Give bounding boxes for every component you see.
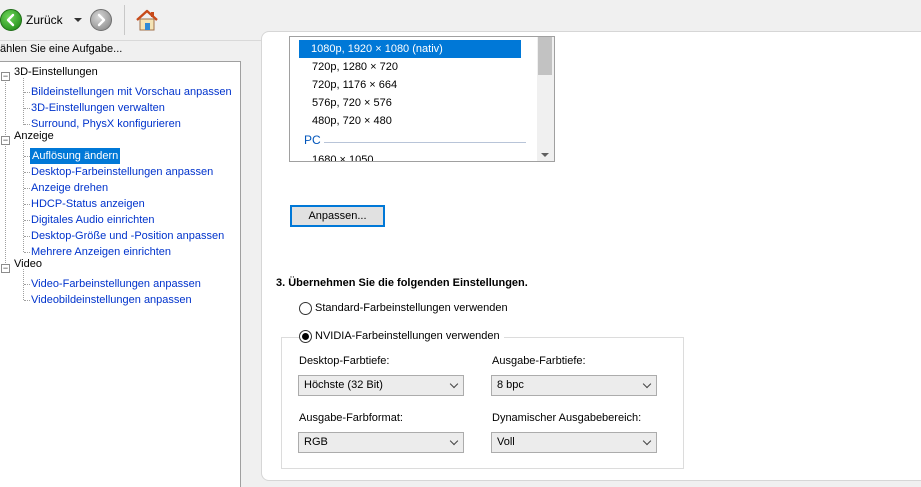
tree-group-video[interactable]: Video (14, 256, 42, 272)
tree-line (24, 124, 30, 125)
tree-line (24, 188, 30, 189)
tree-group-display[interactable]: Anzeige (14, 128, 54, 144)
home-button[interactable] (134, 8, 160, 32)
tree-line (24, 284, 30, 285)
resolution-item[interactable]: 720p, 1280 × 720 (312, 58, 398, 76)
radio-selected-dot (302, 332, 309, 340)
home-icon (136, 9, 158, 31)
resolution-list[interactable]: 1080p, 1920 × 1080 (nativ) 720p, 1280 × … (289, 36, 555, 162)
scroll-down-icon[interactable] (541, 153, 549, 157)
resolution-group-pc: PC (304, 133, 321, 147)
tree-item-video-color[interactable]: Video-Farbeinstellungen anpassen (31, 276, 201, 292)
dynamic-range-select[interactable]: Voll (491, 432, 657, 453)
desktop-depth-label: Desktop-Farbtiefe: (299, 355, 390, 367)
tree-line (23, 78, 24, 125)
chevron-down-icon (449, 379, 459, 389)
resolution-item[interactable]: 720p, 1176 × 664 (312, 76, 397, 94)
chevron-down-icon (449, 436, 459, 446)
radio-standard-colors[interactable]: Standard-Farbeinstellungen verwenden (299, 300, 508, 316)
history-dropdown-icon[interactable] (74, 18, 82, 22)
back-arrow-icon (0, 9, 22, 31)
tree-item-preview-settings[interactable]: Bildeinstellungen mit Vorschau anpassen (31, 84, 232, 100)
tree-group-3d-settings[interactable]: 3D-Einstellungen (14, 64, 98, 80)
collapse-icon[interactable]: − (1, 136, 10, 145)
task-tree: − 3D-Einstellungen Bildeinstellungen mit… (0, 61, 241, 487)
output-depth-value: 8 bpc (497, 379, 524, 391)
tree-item-multiple-displays[interactable]: Mehrere Anzeigen einrichten (31, 244, 171, 260)
output-format-label: Ausgabe-Farbformat: (299, 412, 403, 424)
tree-item-desktop-size[interactable]: Desktop-Größe und -Position anpassen (31, 228, 224, 244)
section-title: 3. Übernehmen Sie die folgenden Einstell… (276, 277, 528, 289)
dynamic-range-value: Voll (497, 436, 515, 448)
radio-standard-label: Standard-Farbeinstellungen verwenden (315, 302, 508, 314)
tree-line (24, 172, 30, 173)
scroll-thumb[interactable] (538, 37, 552, 75)
task-header: ählen Sie eine Aufgabe... (0, 43, 123, 55)
chevron-down-icon (642, 436, 652, 446)
forward-arrow-icon (90, 9, 112, 31)
tree-item-hdcp-status[interactable]: HDCP-Status anzeigen (31, 196, 145, 212)
desktop-depth-value: Höchste (32 Bit) (304, 379, 383, 391)
tree-line (24, 300, 30, 301)
task-panel: ählen Sie eine Aufgabe... − 3D-Einstellu… (0, 41, 242, 487)
tree-line (24, 92, 30, 93)
toolbar-separator (124, 5, 125, 35)
resolution-item[interactable]: 480p, 720 × 480 (312, 112, 392, 130)
tree-item-change-resolution[interactable]: Auflösung ändern (30, 148, 121, 164)
output-format-select[interactable]: RGB (298, 432, 464, 453)
back-label: Zurück (26, 13, 63, 27)
radio-nvidia-colors[interactable]: NVIDIA-Farbeinstellungen verwenden (299, 328, 504, 344)
output-format-value: RGB (304, 436, 328, 448)
tree-item-desktop-color[interactable]: Desktop-Farbeinstellungen anpassen (31, 164, 213, 180)
output-depth-label: Ausgabe-Farbtiefe: (492, 355, 586, 367)
chevron-down-icon (642, 379, 652, 389)
resolution-item-partial[interactable]: 1680 × 1050 (312, 154, 373, 161)
back-button[interactable]: Zurück (0, 8, 63, 32)
resolution-item[interactable]: 576p, 720 × 576 (312, 94, 392, 112)
desktop-depth-select[interactable]: Höchste (32 Bit) (298, 375, 464, 396)
tree-item-rotate-display[interactable]: Anzeige drehen (31, 180, 108, 196)
tree-line (5, 76, 6, 267)
tree-line (24, 252, 30, 253)
radio-nvidia-label: NVIDIA-Farbeinstellungen verwenden (315, 330, 500, 342)
dynamic-range-label: Dynamischer Ausgabebereich: (492, 412, 642, 424)
collapse-icon[interactable]: − (1, 264, 10, 273)
tree-item-digital-audio[interactable]: Digitales Audio einrichten (31, 212, 155, 228)
group-divider (324, 142, 526, 143)
tree-item-manage-3d[interactable]: 3D-Einstellungen verwalten (31, 100, 165, 116)
output-depth-select[interactable]: 8 bpc (491, 375, 657, 396)
forward-button[interactable] (90, 9, 112, 31)
tree-line (24, 204, 30, 205)
tree-line (24, 220, 30, 221)
radio-button[interactable] (299, 301, 312, 315)
tree-line (24, 108, 30, 109)
customize-button[interactable]: Anpassen... (290, 205, 385, 227)
resolution-item[interactable]: 1080p, 1920 × 1080 (nativ) (299, 40, 521, 58)
collapse-icon[interactable]: − (1, 72, 10, 81)
tree-line (24, 236, 30, 237)
resolution-scrollbar[interactable] (537, 37, 554, 161)
tree-item-video-image[interactable]: Videobildeinstellungen anpassen (31, 292, 192, 308)
radio-button[interactable] (299, 329, 312, 343)
